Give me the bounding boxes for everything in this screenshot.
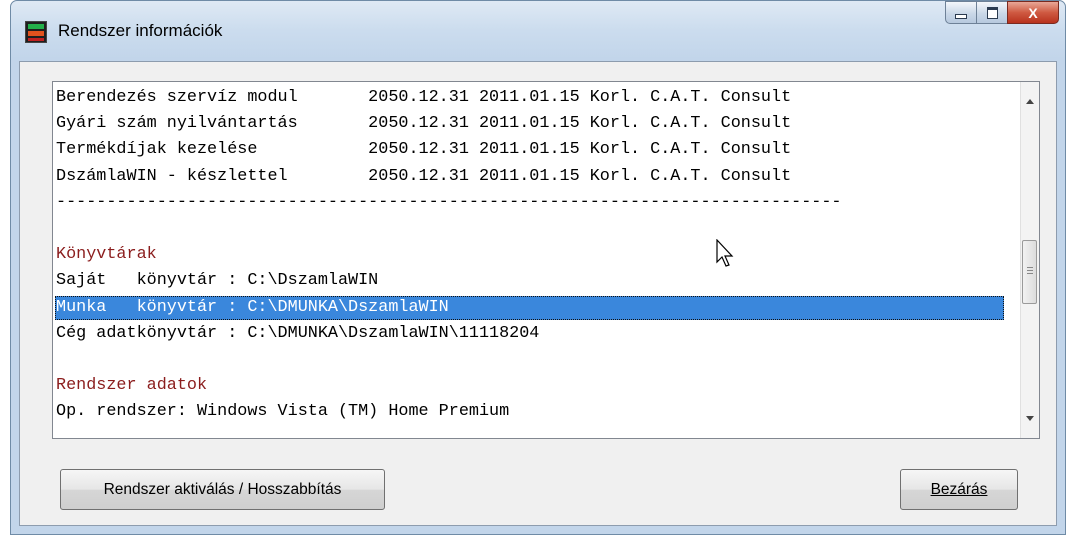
minimize-icon (955, 14, 967, 19)
list-item[interactable]: Berendezés szervíz modul 2050.12.31 2011… (56, 86, 791, 110)
close-button[interactable]: Bezárás (900, 469, 1018, 510)
mouse-pointer-icon (716, 239, 734, 267)
list-item[interactable]: Gyári szám nyilvántartás 2050.12.31 2011… (56, 112, 791, 136)
list-item[interactable]: Op. rendszer: Windows Vista (TM) Home Pr… (56, 400, 509, 424)
minimize-button[interactable] (945, 1, 977, 24)
close-window-button[interactable]: X (1007, 1, 1059, 24)
title-bar[interactable]: Rendszer információk X (11, 1, 1065, 61)
list-item[interactable]: Saját könyvtár : C:\DszamlaWIN (56, 269, 378, 293)
app-icon (25, 21, 47, 43)
list-item-selected[interactable]: Munka könyvtár : C:\DMUNKA\DszamlaWIN (55, 295, 1004, 320)
maximize-button[interactable] (976, 1, 1008, 24)
scroll-up-arrow-icon[interactable] (1026, 99, 1034, 104)
scroll-down-arrow-icon[interactable] (1026, 416, 1034, 421)
system-info-window: Rendszer információk X Berendezés szerví… (10, 0, 1066, 535)
section-heading[interactable]: Könyvtárak (56, 243, 157, 267)
info-listbox[interactable]: Berendezés szervíz modul 2050.12.31 2011… (52, 81, 1040, 439)
list-item[interactable]: Termékdíjak kezelése 2050.12.31 2011.01.… (56, 138, 791, 162)
list-item[interactable]: DszámlaWIN - készlettel 2050.12.31 2011.… (56, 165, 791, 189)
maximize-icon (986, 6, 998, 19)
caption-buttons: X (945, 1, 1059, 25)
list-item[interactable]: Cég adatkönyvtár : C:\DMUNKA\DszamlaWIN\… (56, 322, 539, 346)
vertical-scrollbar[interactable] (1020, 82, 1039, 438)
section-heading[interactable]: Rendszer adatok (56, 374, 207, 398)
scroll-thumb[interactable] (1022, 240, 1037, 304)
dialog-body: Berendezés szervíz modul 2050.12.31 2011… (19, 61, 1057, 526)
listbox-lines: Berendezés szervíz modul 2050.12.31 2011… (53, 82, 1020, 438)
list-item[interactable]: ----------------------------------------… (56, 191, 842, 215)
activate-extend-button[interactable]: Rendszer aktiválás / Hosszabbítás (60, 469, 385, 510)
window-title: Rendszer információk (58, 21, 223, 40)
close-icon: X (1028, 4, 1038, 21)
